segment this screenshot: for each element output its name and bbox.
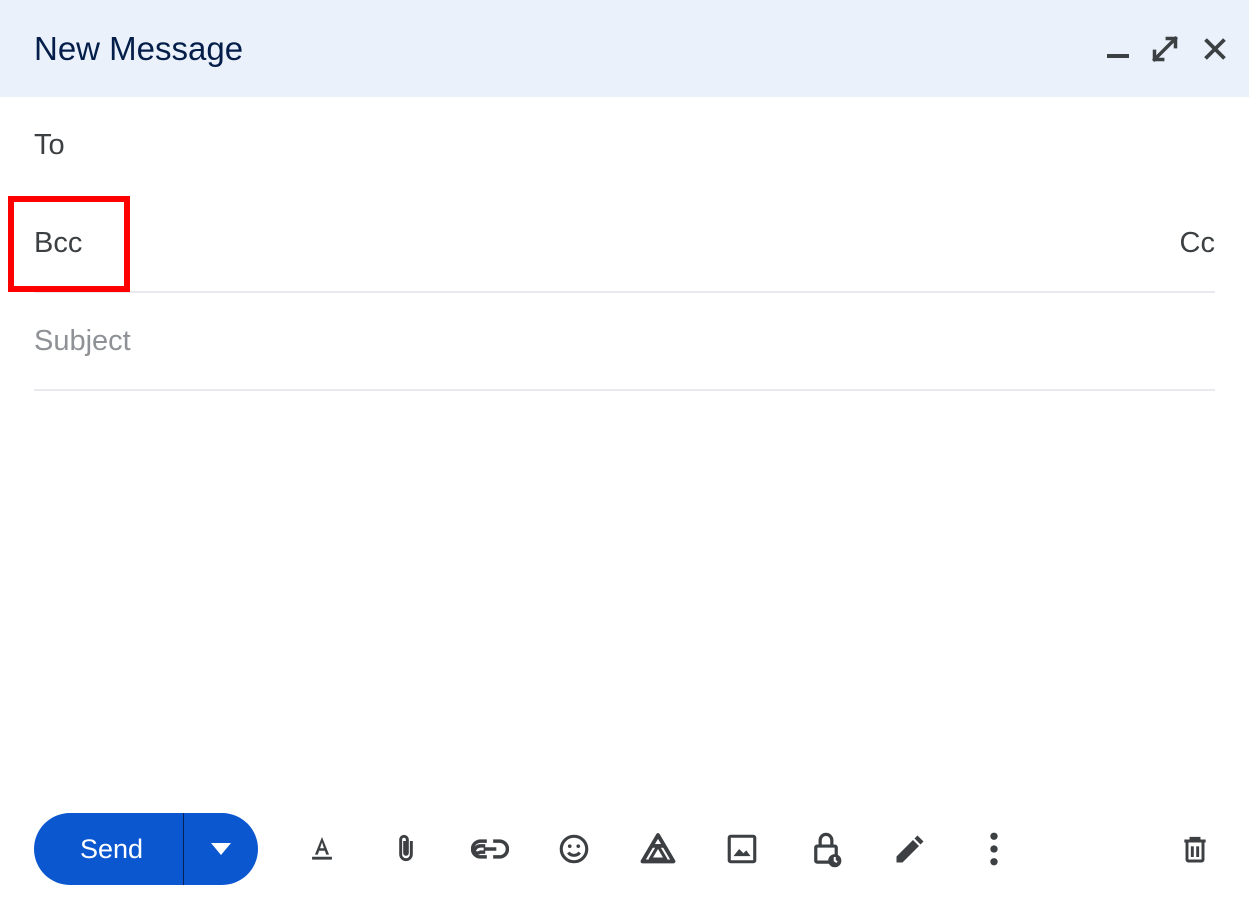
discard-draft-icon[interactable] [1175,829,1215,869]
minimize-icon[interactable] [1107,40,1129,58]
insert-signature-icon[interactable] [890,829,930,869]
message-body[interactable] [0,391,1249,761]
format-text-icon[interactable] [302,829,342,869]
send-options-button[interactable] [184,813,258,885]
compose-header: New Message [0,0,1249,97]
attach-file-icon[interactable] [386,829,426,869]
subject-input[interactable] [34,325,1215,358]
recipient-fields: To Bcc Cc [0,97,1249,391]
send-button-group: Send [34,813,258,885]
bcc-label: Bcc [34,227,82,260]
confidential-mode-icon[interactable] [806,829,846,869]
fullscreen-icon[interactable] [1151,35,1179,63]
insert-emoji-icon[interactable] [554,829,594,869]
header-icons-group [1107,35,1229,63]
bcc-field[interactable]: Bcc Cc [34,195,1215,293]
insert-link-icon[interactable] [470,829,510,869]
compose-title: New Message [34,30,243,68]
formatting-icons [302,829,1014,869]
to-label: To [34,129,65,162]
more-options-icon[interactable] [974,829,1014,869]
send-button[interactable]: Send [34,813,184,885]
to-field[interactable]: To [34,97,1215,195]
insert-photo-icon[interactable] [722,829,762,869]
insert-drive-icon[interactable] [638,829,678,869]
cc-link[interactable]: Cc [1180,227,1215,260]
subject-field-row [34,293,1215,391]
close-icon[interactable] [1201,35,1229,63]
compose-toolbar: Send [0,794,1249,904]
